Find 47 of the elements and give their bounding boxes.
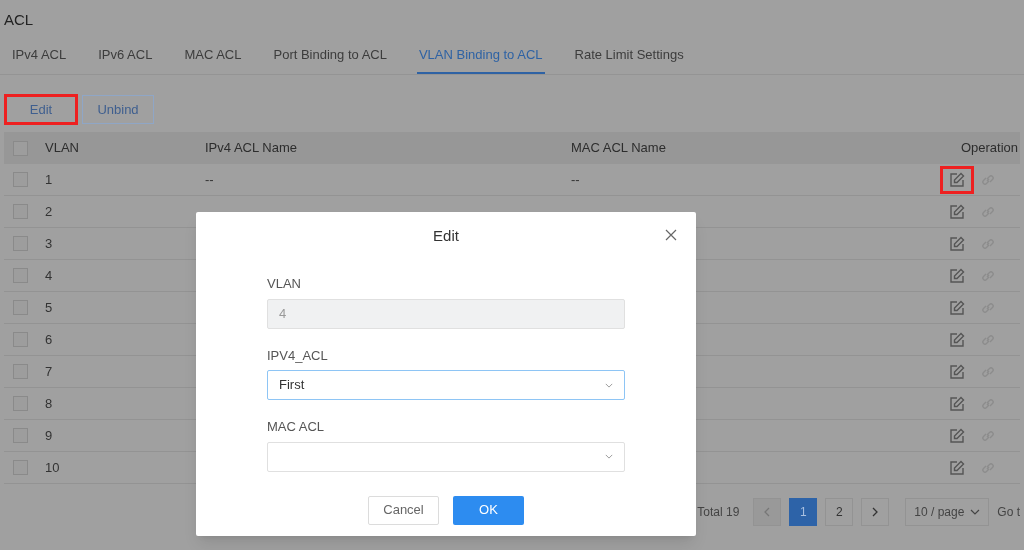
tab[interactable]: IPv6 ACL	[96, 38, 155, 74]
caret-icon	[605, 382, 613, 388]
table-cell-text: 10	[45, 458, 61, 477]
select-field[interactable]: First	[267, 370, 625, 400]
table-cell-text: 5	[45, 298, 54, 317]
table-cell-text: 8	[45, 394, 54, 413]
table-cell-text: 3	[45, 234, 54, 253]
column-header: MAC ACL Name	[571, 139, 667, 158]
chevron-left-icon	[764, 507, 771, 517]
column-header: IPv4 ACL Name	[205, 139, 298, 158]
table-cell-text: 6	[45, 330, 54, 349]
dialog-button[interactable]: OK	[453, 495, 524, 525]
table-cell-text: 9	[45, 426, 54, 445]
previous-page-button[interactable]	[753, 498, 782, 526]
caret-icon	[970, 509, 981, 515]
page-size-select[interactable]: 10 / page	[905, 498, 990, 526]
page-title: ACL	[4, 11, 34, 28]
close-icon[interactable]	[665, 229, 677, 241]
tab[interactable]: Port Binding to ACL	[271, 38, 389, 74]
tab[interactable]: Rate Limit Settings	[572, 38, 686, 74]
goto-label: Go t	[997, 504, 1020, 521]
table-cell-text: 1	[45, 170, 54, 189]
caret-icon	[605, 454, 613, 459]
dialog-title: Edit	[433, 225, 459, 246]
table-cell-text: 7	[45, 362, 54, 381]
column-header: Operation	[960, 139, 1018, 158]
toolbar-button[interactable]: Edit	[4, 94, 78, 125]
tab[interactable]: VLAN Binding to ACL	[416, 38, 545, 74]
page-button[interactable]: 1	[789, 498, 818, 526]
field-label: IPV4_ACL	[267, 346, 329, 365]
field-label: VLAN	[267, 275, 302, 293]
tab[interactable]: MAC ACL	[182, 38, 244, 74]
field-label: MAC ACL	[267, 418, 326, 436]
dialog-button[interactable]: Cancel	[368, 495, 439, 525]
table-cell-text: --	[571, 170, 581, 189]
table-cell-text: 2	[45, 202, 54, 221]
chevron-right-icon	[872, 507, 879, 517]
edit-icon[interactable]	[940, 165, 974, 194]
tab[interactable]: IPv4 ACL	[10, 38, 69, 74]
table-cell-text: --	[205, 170, 215, 189]
column-header: VLAN	[45, 139, 80, 158]
total-count: Total 19	[697, 504, 740, 521]
toolbar-button[interactable]: Unbind	[82, 95, 154, 124]
table-cell-text: 4	[45, 266, 54, 285]
next-page-button[interactable]	[861, 498, 890, 526]
select-field[interactable]	[267, 441, 625, 472]
page-button[interactable]: 2	[825, 498, 854, 526]
